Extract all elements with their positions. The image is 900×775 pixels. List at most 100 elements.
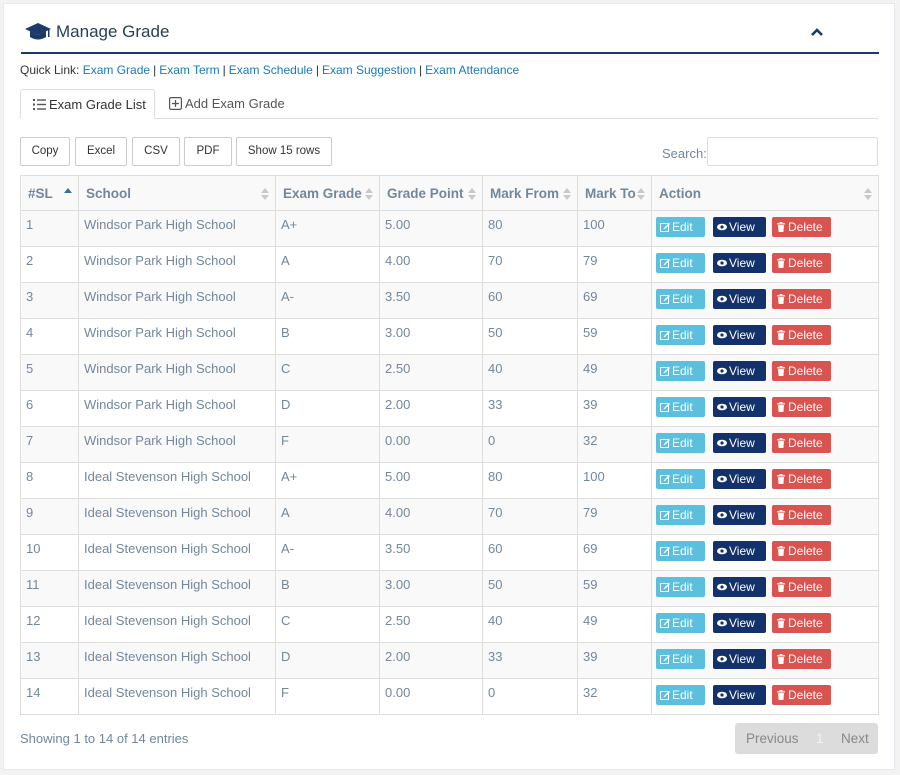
copy-button[interactable]: Copy — [20, 137, 70, 166]
edit-button[interactable]: Edit — [656, 361, 705, 381]
edit-button[interactable]: Edit — [656, 577, 705, 597]
delete-button[interactable]: Delete — [772, 649, 831, 669]
eye-icon — [717, 691, 727, 699]
quick-link-exam-term[interactable]: Exam Term — [159, 63, 219, 77]
view-button[interactable]: View — [713, 613, 766, 633]
edit-icon — [660, 259, 670, 268]
view-button[interactable]: View — [713, 649, 766, 669]
quick-link-exam-attendance[interactable]: Exam Attendance — [425, 63, 519, 77]
quick-link-exam-suggestion[interactable]: Exam Suggestion — [322, 63, 416, 77]
view-button[interactable]: View — [713, 217, 766, 237]
cell-grade-point: 3.50 — [379, 282, 483, 319]
view-button[interactable]: View — [713, 325, 766, 345]
view-button[interactable]: View — [713, 541, 766, 561]
column-header-action[interactable]: Action — [651, 175, 879, 211]
edit-button[interactable]: Edit — [656, 253, 705, 273]
edit-button[interactable]: Edit — [656, 433, 705, 453]
eye-icon — [717, 403, 727, 411]
cell-exam-grade: D — [275, 390, 380, 427]
delete-button[interactable]: Delete — [772, 613, 831, 633]
show-rows-button[interactable]: Show 15 rows — [236, 137, 332, 166]
delete-button[interactable]: Delete — [772, 469, 831, 489]
delete-button[interactable]: Delete — [772, 685, 831, 705]
view-button[interactable]: View — [713, 685, 766, 705]
table-row: 6 Windsor Park High School D 2.00 33 39 Edit Vi… — [20, 390, 879, 427]
column-header-exam-grade[interactable]: Exam Grade — [275, 175, 380, 211]
eye-icon — [717, 475, 727, 483]
sort-icon — [468, 188, 476, 200]
search-input[interactable] — [707, 137, 878, 166]
tab-bar: Exam Grade List Add Exam Grade — [20, 89, 878, 119]
tab-add-exam-grade[interactable]: Add Exam Grade — [169, 89, 285, 118]
edit-button[interactable]: Edit — [656, 217, 705, 237]
table-row: 14 Ideal Stevenson High School F 0.00 0 32 Edi… — [20, 678, 879, 715]
trash-icon — [777, 654, 785, 664]
delete-button[interactable]: Delete — [772, 541, 831, 561]
page-number-button[interactable]: 1 — [816, 731, 824, 746]
view-button[interactable]: View — [713, 397, 766, 417]
view-button[interactable]: View — [713, 253, 766, 273]
table-row: 9 Ideal Stevenson High School A 4.00 70 79 Edi… — [20, 498, 879, 535]
excel-button[interactable]: Excel — [75, 137, 127, 166]
column-header-grade-point[interactable]: Grade Point — [379, 175, 483, 211]
edit-button[interactable]: Edit — [656, 505, 705, 525]
cell-grade-point: 2.50 — [379, 606, 483, 643]
delete-button[interactable]: Delete — [772, 577, 831, 597]
quick-link-exam-schedule[interactable]: Exam Schedule — [229, 63, 313, 77]
edit-button[interactable]: Edit — [656, 649, 705, 669]
delete-button[interactable]: Delete — [772, 289, 831, 309]
cell-school: Ideal Stevenson High School — [78, 462, 276, 499]
cell-sl: 2 — [20, 246, 79, 283]
view-button[interactable]: View — [713, 469, 766, 489]
edit-button[interactable]: Edit — [656, 469, 705, 489]
view-button[interactable]: View — [713, 433, 766, 453]
cell-mark-to: 32 — [577, 678, 652, 715]
view-button[interactable]: View — [713, 505, 766, 525]
cell-mark-to: 39 — [577, 390, 652, 427]
delete-button[interactable]: Delete — [772, 505, 831, 525]
edit-button[interactable]: Edit — [656, 289, 705, 309]
previous-button[interactable]: Previous — [746, 731, 799, 746]
edit-button[interactable]: Edit — [656, 541, 705, 561]
quick-link-exam-grade[interactable]: Exam Grade — [83, 63, 150, 77]
view-button[interactable]: View — [713, 577, 766, 597]
chevron-up-icon[interactable] — [809, 24, 825, 40]
cell-exam-grade: D — [275, 642, 380, 679]
column-header-mark-from[interactable]: Mark From — [482, 175, 578, 211]
cell-mark-from: 80 — [482, 462, 578, 499]
column-header-mark-to[interactable]: Mark To — [577, 175, 652, 211]
csv-button[interactable]: CSV — [132, 137, 180, 166]
tab-exam-grade-list[interactable]: Exam Grade List — [20, 89, 155, 119]
edit-button[interactable]: Edit — [656, 397, 705, 417]
delete-button[interactable]: Delete — [772, 397, 831, 417]
eye-icon — [717, 619, 727, 627]
edit-icon — [660, 511, 670, 520]
delete-button[interactable]: Delete — [772, 361, 831, 381]
cell-grade-point: 3.00 — [379, 570, 483, 607]
edit-button[interactable]: Edit — [656, 613, 705, 633]
view-button[interactable]: View — [713, 289, 766, 309]
delete-button[interactable]: Delete — [772, 433, 831, 453]
column-header-sl[interactable]: #SL — [20, 175, 79, 211]
cell-mark-from: 70 — [482, 498, 578, 535]
sort-icon — [637, 188, 645, 200]
eye-icon — [717, 295, 727, 303]
view-button[interactable]: View — [713, 361, 766, 381]
cell-action: Edit View Delete — [651, 210, 879, 247]
next-button[interactable]: Next — [841, 731, 869, 746]
tab-label: Exam Grade List — [49, 97, 146, 112]
cell-sl: 1 — [20, 210, 79, 247]
column-header-school[interactable]: School — [78, 175, 276, 211]
cell-school: Ideal Stevenson High School — [78, 606, 276, 643]
delete-button[interactable]: Delete — [772, 253, 831, 273]
cell-mark-from: 40 — [482, 354, 578, 391]
delete-button[interactable]: Delete — [772, 217, 831, 237]
trash-icon — [777, 510, 785, 520]
delete-button[interactable]: Delete — [772, 325, 831, 345]
edit-button[interactable]: Edit — [656, 325, 705, 345]
edit-button[interactable]: Edit — [656, 685, 705, 705]
table-row: 11 Ideal Stevenson High School B 3.00 50 59 Ed… — [20, 570, 879, 607]
pdf-button[interactable]: PDF — [184, 137, 232, 166]
cell-school: Ideal Stevenson High School — [78, 498, 276, 535]
table-row: 5 Windsor Park High School C 2.50 40 49 Edit Vi… — [20, 354, 879, 391]
